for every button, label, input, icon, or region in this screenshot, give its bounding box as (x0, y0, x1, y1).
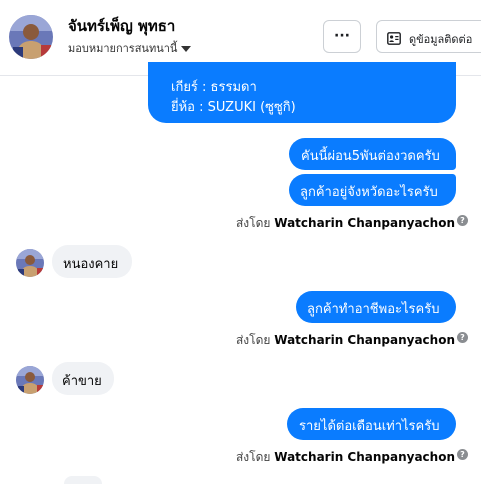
sent-by-label: ส่งโดย Watcharin Chanpanyachon (235, 450, 455, 464)
incoming-message[interactable]: ค้าขาย (52, 362, 114, 395)
assign-conversation-dropdown[interactable]: มอบหมายการสนทนานี้ (68, 39, 192, 57)
agent-name: Watcharin Chanpanyachon (274, 216, 455, 230)
sent-by-label: ส่งโดย Watcharin Chanpanyachon (235, 333, 455, 347)
contact-avatar-small[interactable] (16, 366, 44, 394)
caret-down-icon (181, 46, 192, 52)
incoming-message-partial (64, 476, 102, 484)
contact-card-icon (387, 30, 401, 49)
contact-name[interactable]: จันทร์เพ็ญ พุทธา (68, 14, 175, 38)
contact-avatar[interactable] (9, 15, 53, 59)
help-icon[interactable]: ? (457, 215, 468, 226)
help-icon[interactable]: ? (457, 449, 468, 460)
outgoing-message[interactable]: คันนี้ผ่อน5พันต่องวดครับ (289, 138, 456, 170)
agent-name: Watcharin Chanpanyachon (274, 333, 455, 347)
agent-name: Watcharin Chanpanyachon (274, 450, 455, 464)
outgoing-message[interactable]: ลูกค้าทำอาชีพอะไรครับ (296, 291, 456, 323)
help-icon[interactable]: ? (457, 332, 468, 343)
view-contact-info-button[interactable]: ดูข้อมูลติดต่อ (376, 20, 481, 53)
incoming-message[interactable]: หนองคาย (52, 245, 132, 278)
outgoing-message[interactable]: ลูกค้าอยู่จังหวัดอะไรครับ (289, 174, 456, 206)
assign-label: มอบหมายการสนทนานี้ (68, 42, 178, 55)
gear-line: เกียร์ : ธรรมดา (171, 80, 257, 95)
contact-avatar-small[interactable] (16, 249, 44, 277)
more-options-button[interactable]: ··· (323, 20, 361, 53)
outgoing-message[interactable]: รายได้ต่อเดือนเท่าไรครับ (287, 408, 456, 440)
brand-line: ยี่ห้อ : SUZUKI (ซูซูกิ) (171, 100, 296, 115)
contact-info-label: ดูข้อมูลติดต่อ (409, 33, 473, 46)
sent-by-label: ส่งโดย Watcharin Chanpanyachon (235, 216, 455, 230)
outgoing-message-car-details[interactable]: เกียร์ : ธรรมดา ยี่ห้อ : SUZUKI (ซูซูกิ) (148, 62, 456, 123)
